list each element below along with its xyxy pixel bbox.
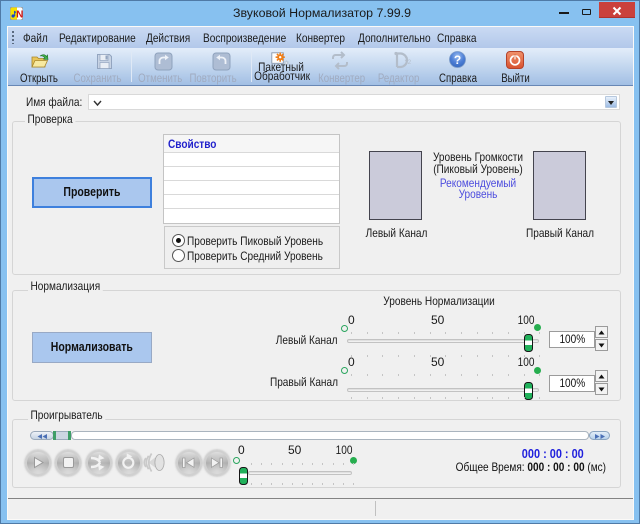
svg-text:?: ? [454,53,461,67]
svg-text:2: 2 [408,59,412,66]
